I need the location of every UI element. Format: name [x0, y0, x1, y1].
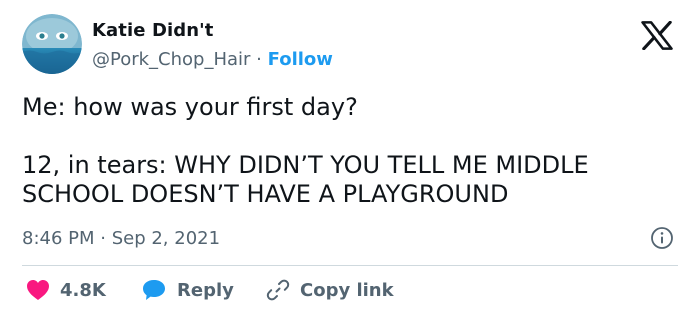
- author-handle-row: @Pork_Chop_Hair · Follow: [92, 49, 333, 70]
- tweet-line: 12, in tears: WHY DIDN’T YOU TELL ME MID…: [22, 151, 589, 179]
- divider: [22, 265, 678, 266]
- tweet-card: Katie Didn't @Pork_Chop_Hair · Follow Me…: [0, 0, 700, 318]
- author-name[interactable]: Katie Didn't: [92, 20, 213, 41]
- info-icon[interactable]: [650, 226, 674, 250]
- tweet-line: SCHOOL DOESN’T HAVE A PLAYGROUND: [22, 180, 509, 208]
- author-handle[interactable]: @Pork_Chop_Hair: [92, 49, 250, 70]
- link-icon: [266, 279, 290, 301]
- tweet-line: Me: how was your first day?: [22, 93, 358, 121]
- follow-button[interactable]: Follow: [268, 49, 333, 70]
- tweet-text: Me: how was your first day? 12, in tears…: [22, 93, 682, 209]
- x-logo-icon[interactable]: [641, 21, 673, 50]
- copy-link-button[interactable]: Copy link: [266, 276, 394, 304]
- like-button[interactable]: 4.8K: [26, 276, 106, 304]
- reply-label: Reply: [177, 279, 234, 301]
- avatar[interactable]: [22, 14, 82, 74]
- tweet-timestamp[interactable]: 8:46 PM · Sep 2, 2021: [22, 228, 220, 249]
- separator-dot: ·: [256, 49, 262, 70]
- like-count: 4.8K: [60, 279, 106, 301]
- speech-bubble-icon: [143, 280, 165, 300]
- heart-icon: [27, 280, 49, 300]
- copy-link-label: Copy link: [300, 279, 394, 301]
- reply-button[interactable]: Reply: [141, 276, 234, 304]
